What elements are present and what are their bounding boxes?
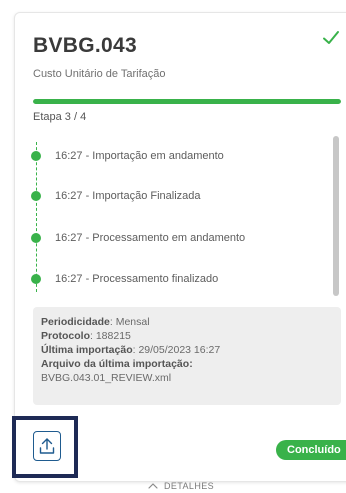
upload-highlight xyxy=(12,416,78,478)
ultima-importacao-label: Última importação xyxy=(41,344,133,356)
timeline-item: 16:27 - Processamento em andamento xyxy=(31,231,245,245)
scrollbar-thumb[interactable] xyxy=(333,136,339,296)
upload-icon xyxy=(39,438,55,454)
page: BVBG.043 Custo Unitário de Tarifação Eta… xyxy=(0,0,346,493)
periodicidade-row: Periodicidade: Mensal xyxy=(41,316,150,328)
timeline-dot xyxy=(31,233,41,243)
status-badge: Concluído xyxy=(276,440,346,460)
protocolo-row: Protocolo: 188215 xyxy=(41,330,131,342)
info-panel: Periodicidade: Mensal Protocolo: 188215 … xyxy=(33,307,341,405)
timeline-text: 16:27 - Importação em andamento xyxy=(55,150,224,162)
timeline-dot xyxy=(31,151,41,161)
progress-bar xyxy=(33,99,341,104)
timeline-text: 16:27 - Processamento em andamento xyxy=(55,232,246,244)
chevron-up-icon xyxy=(148,483,158,489)
details-label: DETALHES xyxy=(164,481,215,491)
protocolo-value: 188215 xyxy=(95,330,131,342)
arquivo-row: Arquivo da última importação: xyxy=(41,357,333,371)
arquivo-value: BVBG.043.01_REVIEW.xml xyxy=(41,372,172,384)
timeline-dot xyxy=(31,191,41,201)
details-toggle[interactable]: DETALHES xyxy=(148,481,214,491)
protocolo-label: Protocolo xyxy=(41,330,90,342)
timeline-item: 16:27 - Importação Finalizada xyxy=(31,189,201,203)
upload-button[interactable] xyxy=(33,431,61,461)
timeline-item: 16:27 - Importação em andamento xyxy=(31,149,224,163)
timeline-dot xyxy=(31,274,41,284)
card-subtitle: Custo Unitário de Tarifação xyxy=(33,68,166,80)
progress-fill xyxy=(33,99,341,104)
timeline: 16:27 - Importação em andamento 16:27 - … xyxy=(23,136,343,296)
stage-label: Etapa 3 / 4 xyxy=(33,111,87,123)
ultima-importacao-value: 29/05/2023 16:27 xyxy=(138,344,221,356)
timeline-text: 16:27 - Importação Finalizada xyxy=(55,190,201,202)
timeline-line xyxy=(36,142,37,292)
card-title: BVBG.043 xyxy=(33,34,137,57)
periodicidade-label: Periodicidade xyxy=(41,316,110,328)
arquivo-label: Arquivo da última importação: xyxy=(41,358,193,370)
timeline-text: 16:27 - Processamento finalizado xyxy=(55,273,219,285)
check-icon xyxy=(323,31,339,44)
periodicidade-value: Mensal xyxy=(115,316,150,328)
timeline-scrollbar[interactable] xyxy=(333,136,339,296)
ultima-importacao-row: Última importação: 29/05/2023 16:27 xyxy=(41,344,221,356)
timeline-item: 16:27 - Processamento finalizado xyxy=(31,272,218,286)
